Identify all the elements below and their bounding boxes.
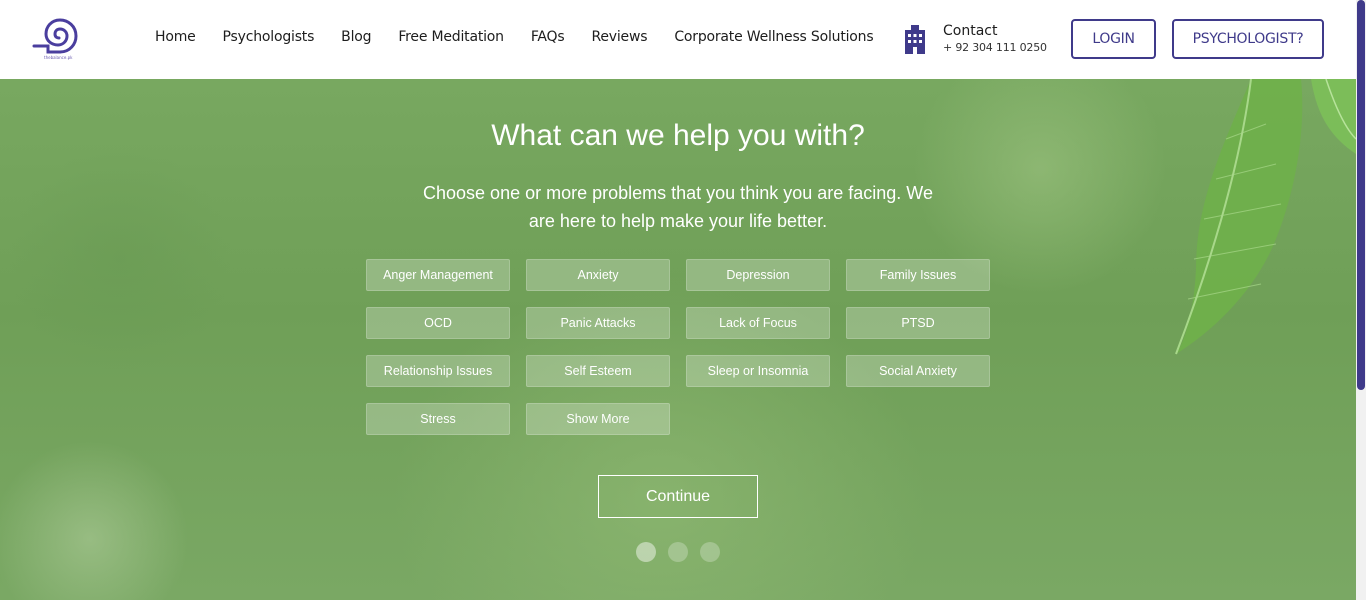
hero-section: What can we help you with? Choose one or… <box>0 79 1356 600</box>
problem-chip-ptsd[interactable]: PTSD <box>846 307 990 339</box>
problem-chip-anger-management[interactable]: Anger Management <box>366 259 510 291</box>
problem-chip-family-issues[interactable]: Family Issues <box>846 259 990 291</box>
nav-corporate-wellness[interactable]: Corporate Wellness Solutions <box>674 29 873 45</box>
problem-chip-self-esteem[interactable]: Self Esteem <box>526 355 670 387</box>
carousel-dots <box>636 542 732 562</box>
building-icon <box>905 25 925 54</box>
nav-reviews[interactable]: Reviews <box>591 29 647 45</box>
problem-chip-ocd[interactable]: OCD <box>366 307 510 339</box>
carousel-dot-3[interactable] <box>700 542 720 562</box>
nav-faqs[interactable]: FAQs <box>531 29 565 45</box>
problem-chip-anxiety[interactable]: Anxiety <box>526 259 670 291</box>
main-nav: Home Psychologists Blog Free Meditation … <box>155 29 874 45</box>
problem-chip-relationship-issues[interactable]: Relationship Issues <box>366 355 510 387</box>
problem-chip-depression[interactable]: Depression <box>686 259 830 291</box>
psychologist-button[interactable]: PSYCHOLOGIST? <box>1172 19 1324 59</box>
contact-label: Contact <box>943 23 998 39</box>
page-scrollbar[interactable] <box>1356 0 1366 600</box>
hero-title: What can we help you with? <box>491 119 865 152</box>
nav-psychologists[interactable]: Psychologists <box>223 29 315 45</box>
login-button[interactable]: LOGIN <box>1071 19 1156 59</box>
carousel-dot-2[interactable] <box>668 542 688 562</box>
contact-phone[interactable]: + 92 304 111 0250 <box>943 41 1047 54</box>
site-header: thebalance.pk Home Psychologists Blog Fr… <box>0 0 1356 79</box>
continue-button[interactable]: Continue <box>598 475 758 518</box>
problem-chip-lack-of-focus[interactable]: Lack of Focus <box>686 307 830 339</box>
scrollbar-thumb[interactable] <box>1357 0 1365 390</box>
hero-subtitle: Choose one or more problems that you thi… <box>423 183 933 231</box>
nav-home[interactable]: Home <box>155 29 196 45</box>
contact-block[interactable]: Contact + 92 304 111 0250 <box>903 22 1047 54</box>
problem-chip-stress[interactable]: Stress <box>366 403 510 435</box>
logo-text: thebalance.pk <box>44 55 73 60</box>
problem-chip-panic-attacks[interactable]: Panic Attacks <box>526 307 670 339</box>
problem-chip-social-anxiety[interactable]: Social Anxiety <box>846 355 990 387</box>
problem-chip-sleep-or-insomnia[interactable]: Sleep or Insomnia <box>686 355 830 387</box>
show-more-button[interactable]: Show More <box>526 403 670 435</box>
carousel-dot-1[interactable] <box>636 542 656 562</box>
nav-free-meditation[interactable]: Free Meditation <box>398 29 504 45</box>
nav-blog[interactable]: Blog <box>341 29 371 45</box>
